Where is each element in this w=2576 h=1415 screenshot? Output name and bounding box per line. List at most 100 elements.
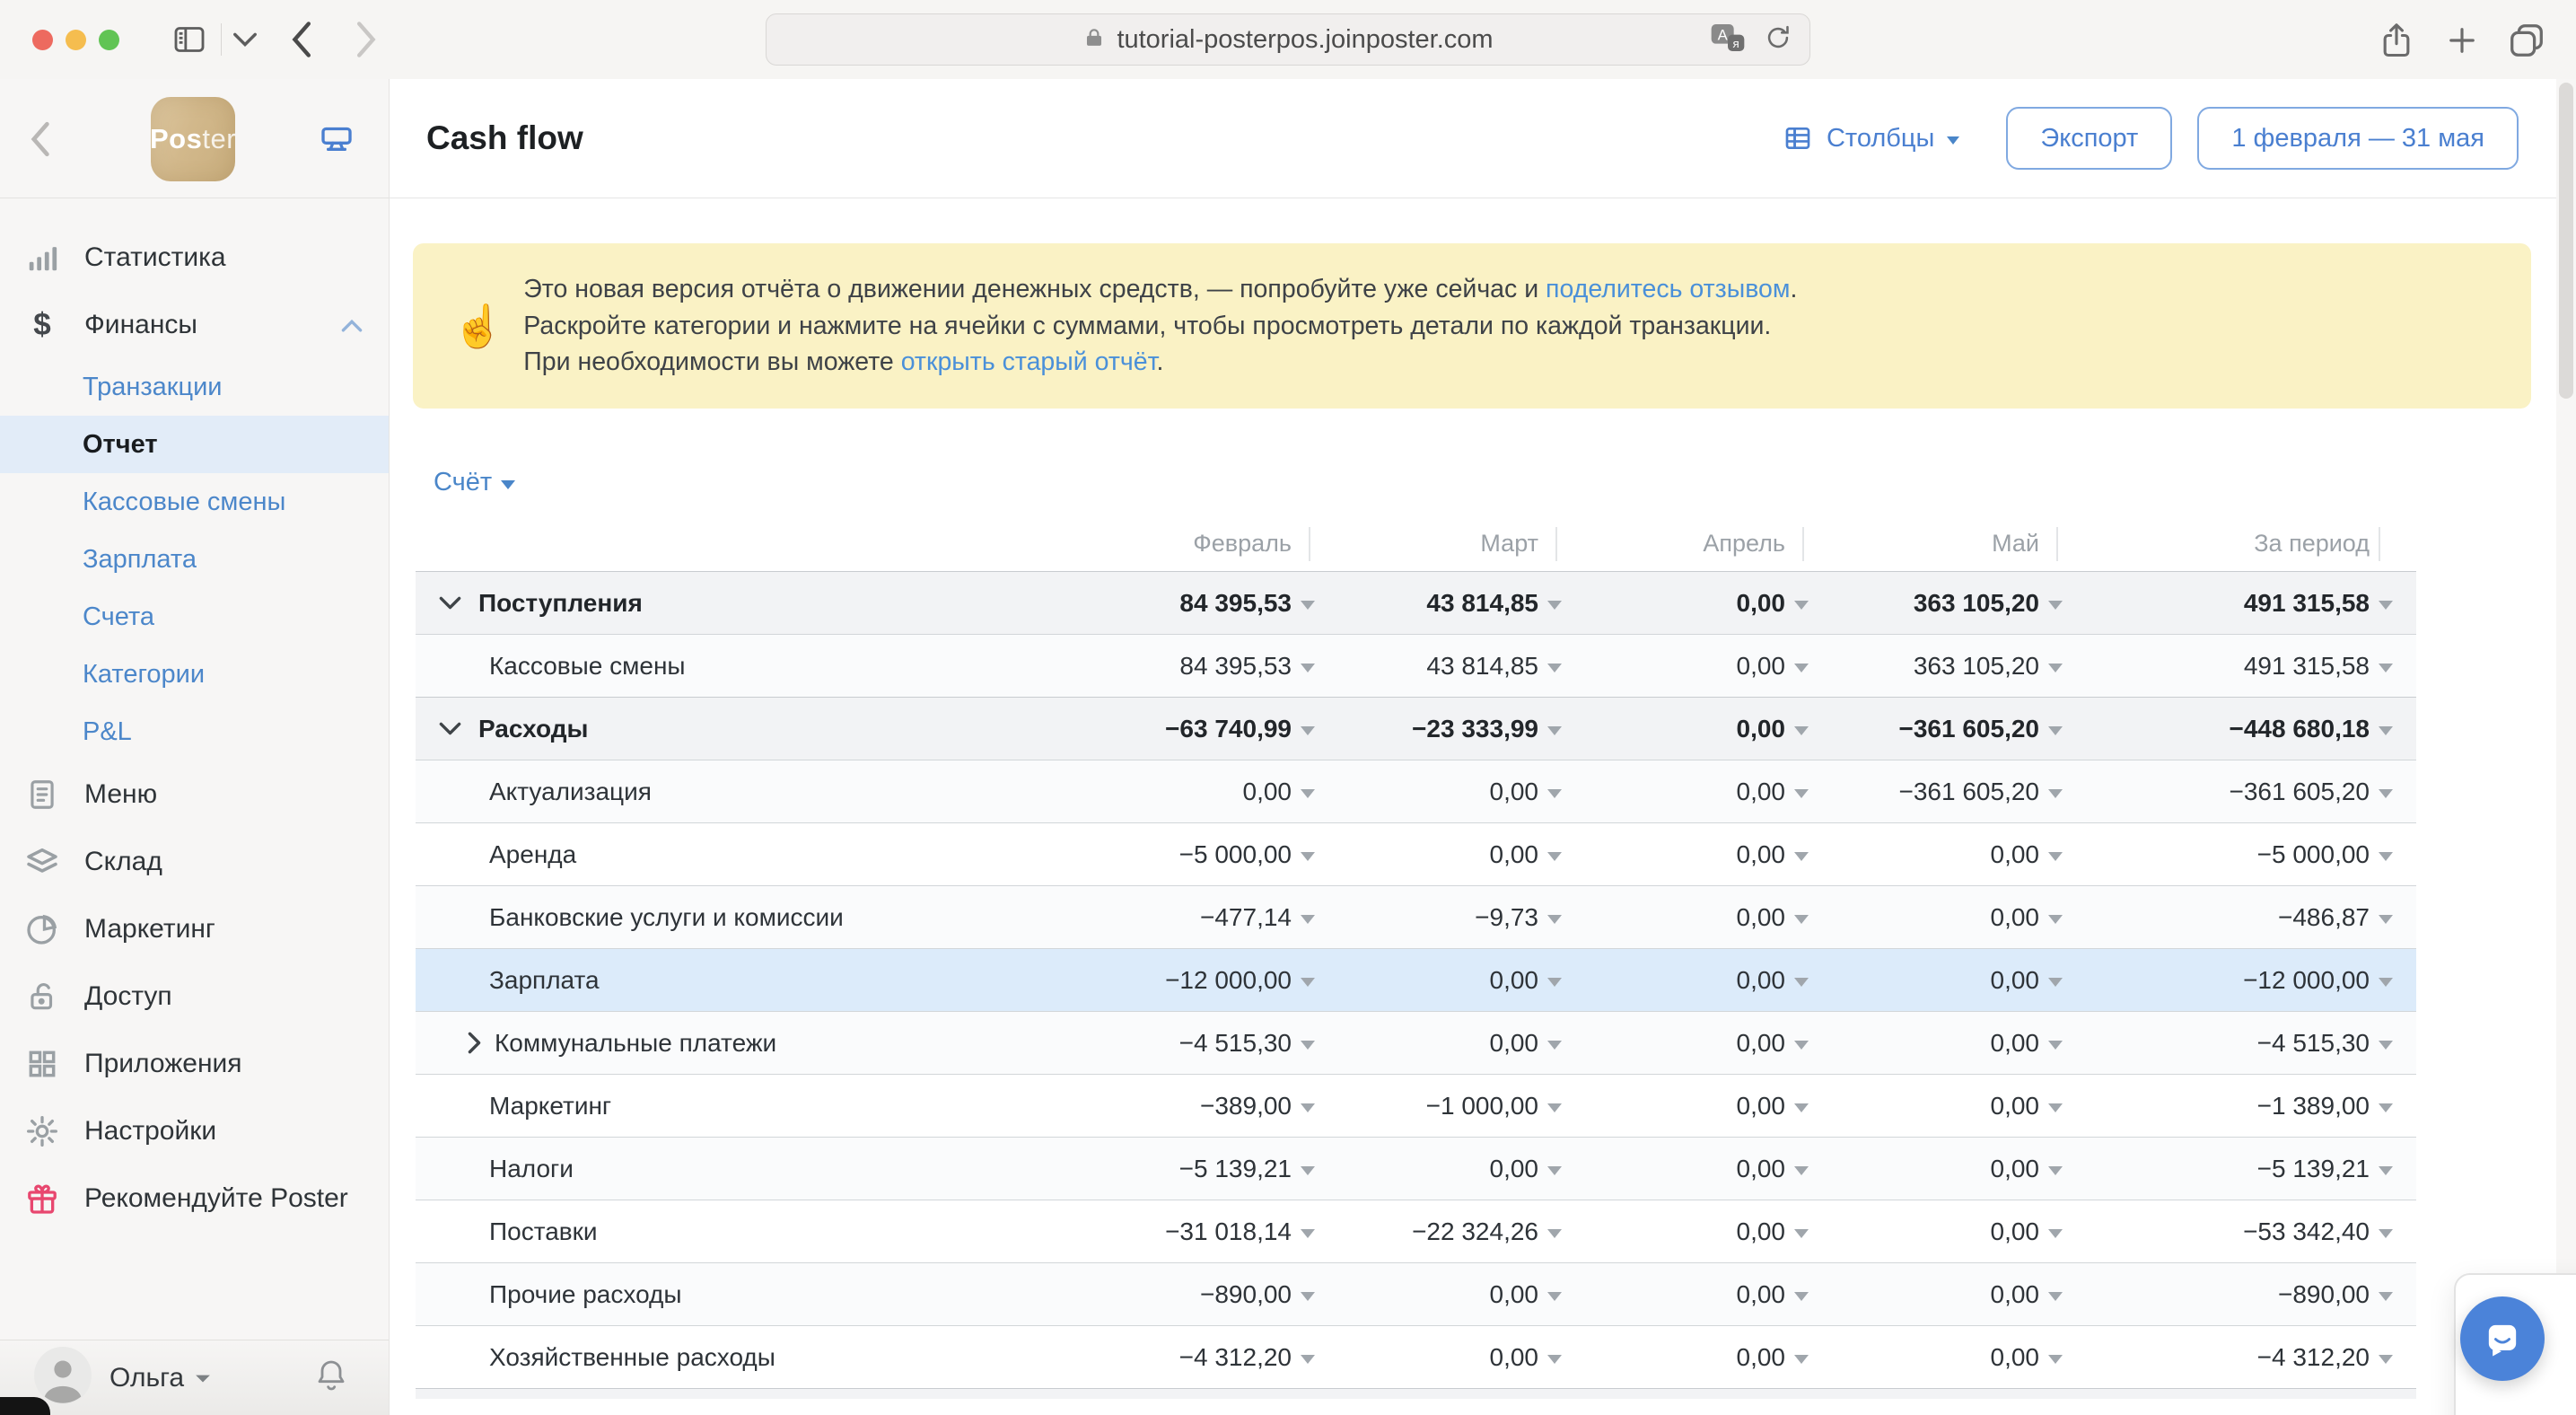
collapse-chevron-icon[interactable] [438, 721, 462, 736]
value-cell[interactable]: −1 000,00 [1319, 1092, 1566, 1121]
value-cell[interactable]: 0,00 [1813, 1155, 2067, 1183]
value-cell[interactable]: 0,00 [1319, 778, 1566, 806]
value-cell[interactable]: 0,00 [1566, 1343, 1813, 1372]
value-cell[interactable]: 0,00 [1813, 966, 2067, 995]
group-row-name[interactable]: Расходы [416, 715, 1095, 743]
date-range-button[interactable]: 1 февраля — 31 мая [2197, 107, 2519, 170]
value-cell[interactable]: 0,00 [1566, 1029, 1813, 1058]
sidebar-item-apps[interactable]: Приложения [0, 1030, 389, 1097]
value-cell[interactable]: −5 139,21 [2067, 1155, 2416, 1183]
value-cell[interactable]: 0,00 [1566, 778, 1813, 806]
sidebar-item-marketing[interactable]: Маркетинг [0, 895, 389, 962]
value-cell[interactable]: 0,00 [1813, 1217, 2067, 1246]
window-minimize-button[interactable] [66, 30, 86, 50]
value-cell[interactable]: −4 312,20 [2067, 1343, 2416, 1372]
export-button[interactable]: Экспорт [2006, 107, 2172, 170]
value-cell[interactable]: 43 814,85 [1319, 589, 1566, 618]
value-cell[interactable]: 0,00 [1813, 1280, 2067, 1309]
old-report-link[interactable]: открыть старый отчёт [901, 347, 1157, 376]
account-filter[interactable]: Счёт [434, 468, 515, 497]
value-cell[interactable]: 0,00 [1566, 840, 1813, 869]
value-cell[interactable]: −361 605,20 [1813, 778, 2067, 806]
value-cell[interactable]: 363 105,20 [1813, 652, 2067, 681]
value-cell[interactable]: −4 312,20 [1095, 1343, 1319, 1372]
sidebar-item-report[interactable]: Отчет [0, 416, 389, 473]
sidebar-item-categories[interactable]: Категории [0, 646, 389, 703]
value-cell[interactable]: −12 000,00 [2067, 966, 2416, 995]
value-cell[interactable]: 0,00 [1319, 1029, 1566, 1058]
value-cell[interactable]: −5 139,21 [1095, 1155, 1319, 1183]
share-icon[interactable] [2377, 20, 2416, 61]
value-cell[interactable]: 0,00 [1566, 1155, 1813, 1183]
value-cell[interactable]: −5 000,00 [2067, 840, 2416, 869]
sidebar-item-stock[interactable]: Склад [0, 828, 389, 895]
sidebar-item-recommend[interactable]: Рекомендуйте Poster [0, 1165, 389, 1232]
value-cell[interactable]: 0,00 [1566, 1092, 1813, 1121]
user-menu[interactable]: Ольга [110, 1363, 211, 1393]
tabs-overview-icon[interactable] [2506, 20, 2547, 61]
value-cell[interactable]: −4 515,30 [1095, 1029, 1319, 1058]
reload-icon[interactable] [1763, 22, 1793, 57]
value-cell[interactable]: 84 395,53 [1095, 589, 1319, 618]
poster-logo[interactable]: Poster [151, 97, 235, 181]
translate-icon[interactable]: Aя [1707, 20, 1748, 60]
value-cell[interactable]: 0,00 [1319, 1280, 1566, 1309]
sidebar-toggle-icon[interactable] [171, 22, 208, 57]
value-cell[interactable]: −890,00 [1095, 1280, 1319, 1309]
chat-button[interactable] [2460, 1296, 2545, 1381]
sidebar-item-transactions[interactable]: Транзакции [0, 358, 389, 416]
value-cell[interactable]: 0,00 [1566, 1280, 1813, 1309]
sidebar-item-finance[interactable]: $Финансы [0, 291, 389, 358]
chevron-down-icon[interactable] [232, 31, 258, 48]
value-cell[interactable]: 491 315,58 [2067, 652, 2416, 681]
feedback-link[interactable]: поделитесь отзывом [1546, 275, 1790, 303]
new-tab-icon[interactable] [2443, 22, 2481, 59]
value-cell[interactable]: 0,00 [1319, 840, 1566, 869]
value-cell[interactable]: −63 740,99 [1095, 715, 1319, 743]
value-cell[interactable]: −448 680,18 [2067, 715, 2416, 743]
value-cell[interactable]: 0,00 [1813, 1343, 2067, 1372]
collapse-sidebar-icon[interactable] [27, 120, 52, 163]
category-row-name[interactable]: Коммунальные платежи [416, 1029, 1095, 1058]
value-cell[interactable]: 0,00 [1566, 966, 1813, 995]
value-cell[interactable]: 0,00 [1813, 1092, 2067, 1121]
value-cell[interactable]: 84 395,53 [1095, 652, 1319, 681]
value-cell[interactable]: 0,00 [1566, 903, 1813, 932]
value-cell[interactable]: −22 324,26 [1319, 1217, 1566, 1246]
value-cell[interactable]: 363 105,20 [1813, 589, 2067, 618]
value-cell[interactable]: 0,00 [1566, 715, 1813, 743]
back-button[interactable] [285, 20, 316, 59]
value-cell[interactable]: 0,00 [1813, 903, 2067, 932]
sidebar-item-settings[interactable]: Настройки [0, 1097, 389, 1165]
value-cell[interactable]: 0,00 [1319, 966, 1566, 995]
value-cell[interactable]: 0,00 [1813, 1029, 2067, 1058]
window-close-button[interactable] [32, 30, 53, 50]
scrollbar-thumb[interactable] [2559, 83, 2573, 399]
columns-button[interactable]: Столбцы [1782, 124, 1959, 154]
value-cell[interactable]: −389,00 [1095, 1092, 1319, 1121]
value-cell[interactable]: 43 814,85 [1319, 652, 1566, 681]
value-cell[interactable]: −31 018,14 [1095, 1217, 1319, 1246]
forward-button[interactable] [352, 20, 382, 59]
sidebar-item-stats[interactable]: Статистика [0, 224, 389, 291]
value-cell[interactable]: −5 000,00 [1095, 840, 1319, 869]
value-cell[interactable]: −890,00 [2067, 1280, 2416, 1309]
value-cell[interactable]: 491 315,58 [2067, 589, 2416, 618]
sidebar-item-cash-shifts[interactable]: Кассовые смены [0, 473, 389, 531]
sidebar-item-access[interactable]: Доступ [0, 962, 389, 1030]
value-cell[interactable]: −477,14 [1095, 903, 1319, 932]
value-cell[interactable]: 0,00 [1095, 778, 1319, 806]
value-cell[interactable]: −4 515,30 [2067, 1029, 2416, 1058]
collapse-chevron-icon[interactable] [438, 595, 462, 611]
expand-chevron-icon[interactable] [467, 1031, 482, 1055]
value-cell[interactable]: −9,73 [1319, 903, 1566, 932]
value-cell[interactable]: 0,00 [1566, 589, 1813, 618]
value-cell[interactable]: −53 342,40 [2067, 1217, 2416, 1246]
address-bar[interactable]: tutorial-posterpos.joinposter.com Aя [766, 13, 1810, 66]
sidebar-item-salary[interactable]: Зарплата [0, 531, 389, 588]
sidebar-item-pnl[interactable]: P&L [0, 703, 389, 760]
window-zoom-button[interactable] [99, 30, 119, 50]
bell-icon[interactable] [313, 1356, 349, 1400]
sidebar-item-accounts[interactable]: Счета [0, 588, 389, 646]
value-cell[interactable]: −12 000,00 [1095, 966, 1319, 995]
